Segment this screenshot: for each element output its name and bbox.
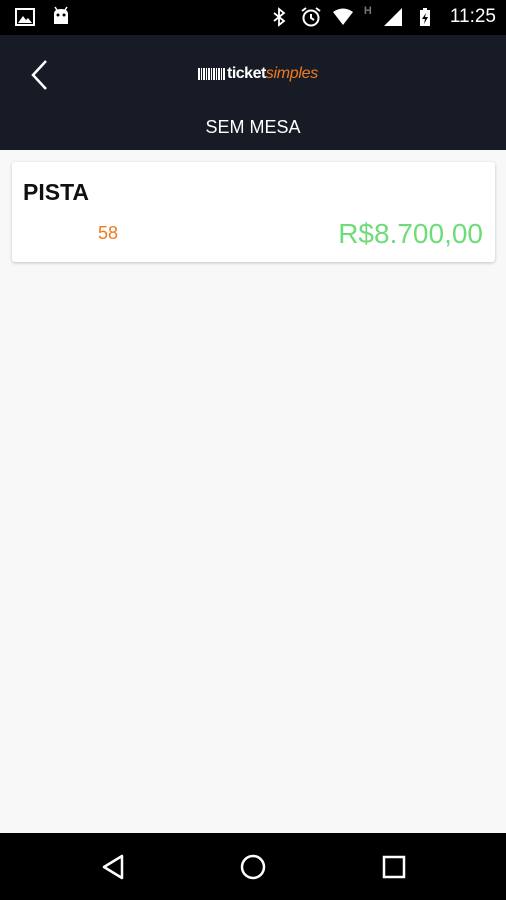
ticket-quantity: 58: [98, 223, 119, 243]
app-header: ticket simples SEM MESA: [0, 35, 506, 150]
status-system-icons: H 11:25: [268, 5, 496, 28]
page-title: SEM MESA: [205, 117, 301, 137]
back-triangle-icon: [102, 854, 124, 880]
navigation-bar: [0, 833, 506, 900]
status-bar: H 11:25: [0, 0, 506, 35]
ticket-price: R$8.700,00: [338, 218, 483, 249]
nav-recent-apps-button[interactable]: [374, 847, 414, 887]
network-type-label: H: [363, 5, 372, 17]
alarm-icon: [301, 7, 321, 27]
logo-ticket-text: ticket: [227, 65, 266, 82]
wifi-icon: [332, 8, 353, 25]
image-icon: [15, 8, 35, 26]
logo-simples-text: simples: [265, 65, 318, 82]
back-button[interactable]: [20, 53, 64, 97]
status-time: 11:25: [449, 6, 496, 27]
battery-charging-icon: [419, 8, 430, 26]
android-icon: [54, 6, 68, 24]
recent-square-icon: [382, 855, 406, 879]
nav-home-button[interactable]: [233, 847, 273, 887]
status-notifications: [14, 6, 72, 28]
home-circle-icon: [240, 854, 266, 880]
ticket-name: PISTA: [23, 179, 90, 205]
ticket-card[interactable]: PISTA 58 R$8.700,00: [12, 162, 495, 262]
ticket-simples-logo: ticket simples: [198, 62, 318, 86]
nav-back-button[interactable]: [93, 847, 133, 887]
signal-icon: [383, 8, 402, 26]
bluetooth-icon: [273, 7, 286, 27]
barcode-icon: [198, 68, 225, 80]
chevron-left-icon: [31, 60, 47, 90]
